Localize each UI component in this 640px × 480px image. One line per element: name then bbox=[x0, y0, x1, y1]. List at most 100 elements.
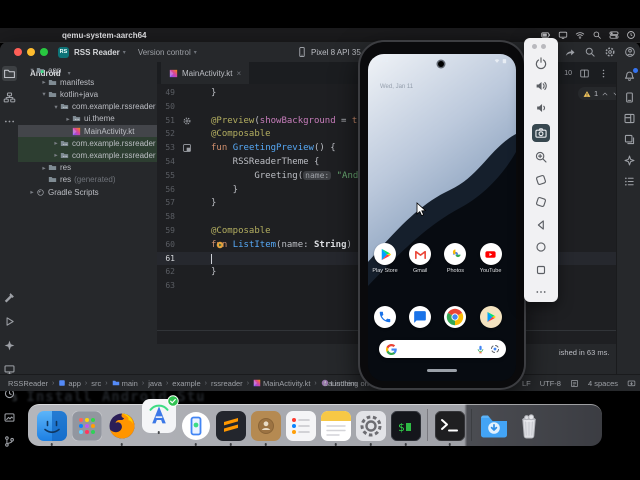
dock-app-messages[interactable] bbox=[403, 306, 437, 328]
logcat-icon[interactable] bbox=[2, 410, 17, 425]
screenshot-camera-icon[interactable] bbox=[532, 123, 550, 142]
screen-share-icon[interactable] bbox=[627, 379, 636, 388]
structure-list-icon[interactable] bbox=[623, 175, 636, 188]
dock-app-reminders[interactable] bbox=[285, 411, 316, 441]
volume-up-icon[interactable] bbox=[534, 79, 548, 93]
chevron-right-icon[interactable]: ▸ bbox=[40, 78, 48, 86]
dock-app-finder[interactable] bbox=[36, 411, 67, 446]
dock-app-launchpad[interactable] bbox=[71, 411, 102, 441]
lens-icon[interactable] bbox=[490, 344, 500, 354]
close-tab-icon[interactable]: × bbox=[237, 69, 242, 78]
close-window-button[interactable] bbox=[14, 48, 22, 56]
version-control-menu[interactable]: Version control bbox=[138, 48, 191, 57]
app-gmail[interactable]: Gmail bbox=[403, 243, 437, 274]
more-horiz-icon[interactable] bbox=[2, 114, 17, 129]
dock-app-emulator-app[interactable] bbox=[181, 411, 211, 446]
preview-icon[interactable] bbox=[182, 143, 192, 153]
chevron-right-icon[interactable]: ▸ bbox=[40, 164, 48, 172]
rotate-left-icon[interactable] bbox=[534, 173, 548, 187]
power-icon[interactable] bbox=[534, 56, 548, 70]
chevron-down-icon[interactable]: ▾ bbox=[28, 66, 36, 74]
clock-icon[interactable] bbox=[626, 30, 636, 40]
chevron-down-icon[interactable]: ▾ bbox=[40, 90, 48, 98]
emulator-minimize-dot[interactable] bbox=[541, 44, 546, 49]
encoding[interactable]: UTF-8 bbox=[540, 379, 561, 388]
dock-app-terminal[interactable] bbox=[434, 411, 465, 446]
dock-app-sublime-text[interactable] bbox=[215, 411, 246, 446]
dock-app-chrome[interactable] bbox=[438, 306, 472, 328]
chevron-right-icon[interactable]: ▸ bbox=[28, 188, 36, 196]
back-icon[interactable] bbox=[534, 218, 548, 232]
gemini-spark-icon[interactable] bbox=[2, 338, 17, 353]
search-icon[interactable] bbox=[584, 46, 596, 58]
chevron-up-icon[interactable] bbox=[601, 90, 609, 98]
home-icon[interactable] bbox=[534, 240, 548, 254]
profile-icon[interactable] bbox=[624, 46, 636, 58]
gear-icon[interactable] bbox=[182, 116, 192, 126]
breadcrumb-rssreader[interactable]: RSSReader bbox=[8, 379, 48, 388]
editor-config-icon[interactable] bbox=[570, 379, 579, 388]
app-play-store[interactable]: Play Store bbox=[368, 243, 402, 274]
chevron-up-icon[interactable] bbox=[601, 90, 609, 98]
screen-share-icon[interactable] bbox=[627, 379, 636, 388]
notifications-bell-icon[interactable] bbox=[623, 68, 638, 83]
run-icon[interactable] bbox=[2, 314, 17, 329]
breadcrumb-main[interactable]: main bbox=[112, 379, 138, 388]
tree-item-app[interactable]: ▾ app bbox=[18, 64, 167, 76]
app-photos[interactable]: Photos bbox=[438, 243, 472, 274]
project-name-menu[interactable]: RSS Reader bbox=[74, 48, 120, 57]
dock-app-play-store-tan[interactable] bbox=[474, 306, 508, 328]
structure-icon[interactable] bbox=[2, 90, 17, 105]
breadcrumb-mainactivity-kt[interactable]: MainActivity.kt bbox=[253, 379, 310, 388]
apple-menu-icon[interactable] bbox=[38, 30, 48, 41]
dock-app-phone-call[interactable] bbox=[368, 306, 402, 328]
git-branch-icon[interactable] bbox=[2, 434, 17, 449]
dock-app-firefox[interactable] bbox=[107, 411, 137, 446]
dock-app-notes[interactable] bbox=[320, 411, 351, 446]
app-youtube[interactable]: YouTube bbox=[474, 243, 508, 274]
indent-size[interactable]: 4 spaces bbox=[588, 379, 618, 388]
control-center-icon[interactable] bbox=[609, 30, 619, 40]
dock-app-iterm[interactable]: $ bbox=[390, 411, 421, 446]
dock-app-system-settings[interactable] bbox=[355, 411, 386, 446]
device-manager-icon[interactable] bbox=[623, 91, 636, 104]
volume-down-icon[interactable] bbox=[534, 101, 548, 115]
settings-icon[interactable] bbox=[604, 46, 616, 58]
project-folder-icon[interactable] bbox=[1, 66, 17, 81]
breadcrumb-java[interactable]: java bbox=[148, 379, 162, 388]
phone-screen[interactable]: 4:01 Wed, Jan 11 Play Store Gmail Photos Yo… bbox=[368, 54, 516, 381]
tree-item-manifests[interactable]: ▸ manifests bbox=[18, 76, 179, 88]
breadcrumb-rssreader[interactable]: rssreader bbox=[211, 379, 243, 388]
phone-layout-icon[interactable] bbox=[623, 112, 636, 125]
compose-run-icon[interactable] bbox=[216, 241, 224, 249]
editor-tab-mainactivity[interactable]: MainActivity.kt × bbox=[161, 62, 250, 84]
rotate-right-icon[interactable] bbox=[534, 195, 548, 209]
dock-app-android-studio[interactable] bbox=[141, 395, 179, 434]
chevron-right-icon[interactable]: ▸ bbox=[52, 139, 60, 147]
tree-item-gradle-scripts[interactable]: ▸ Gradle Scripts bbox=[18, 186, 167, 198]
tree-item-res[interactable]: res (generated) bbox=[18, 174, 179, 186]
split-icon[interactable] bbox=[578, 67, 591, 80]
dock-app-downloads[interactable] bbox=[479, 411, 509, 441]
display-icon[interactable] bbox=[558, 30, 568, 40]
dock-app-contacts-brown[interactable] bbox=[250, 411, 281, 446]
editor-config-icon[interactable] bbox=[570, 379, 579, 388]
tree-item-res[interactable]: ▸ res bbox=[18, 162, 179, 174]
zoom-window-button[interactable] bbox=[40, 48, 48, 56]
wifi-icon[interactable] bbox=[575, 30, 585, 40]
build-hammer-icon[interactable] bbox=[2, 290, 17, 305]
lens-icon[interactable] bbox=[490, 344, 500, 354]
chevron-right-icon[interactable]: ▸ bbox=[52, 151, 60, 159]
mic-icon[interactable] bbox=[476, 345, 485, 354]
dock-app-trash[interactable] bbox=[514, 411, 544, 441]
zoom-icon[interactable] bbox=[534, 150, 548, 164]
more-icon[interactable] bbox=[534, 285, 548, 299]
menu-app-name[interactable]: qemu-system-aarch64 bbox=[62, 31, 146, 40]
breadcrumb-src[interactable]: src bbox=[91, 379, 101, 388]
line-ending[interactable]: LF bbox=[522, 379, 531, 388]
overview-icon[interactable] bbox=[534, 263, 548, 277]
home-indicator[interactable] bbox=[427, 369, 457, 372]
chevron-down-icon[interactable]: ▾ bbox=[52, 103, 60, 111]
emulator-close-dot[interactable] bbox=[532, 44, 537, 49]
breadcrumb-app[interactable]: app bbox=[58, 379, 81, 388]
